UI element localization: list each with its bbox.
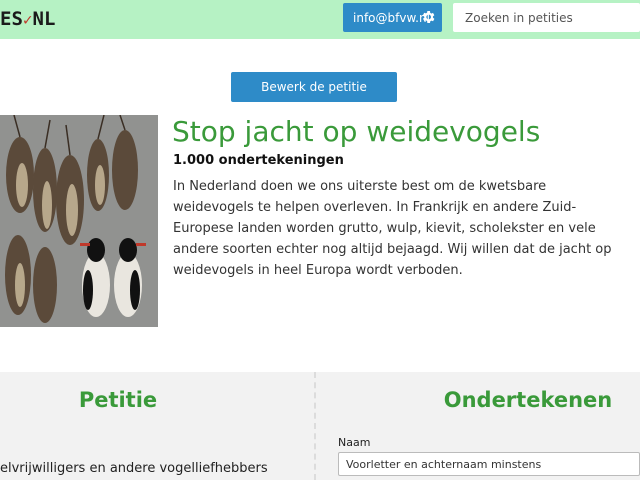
account-email: info@bfvw.nl	[353, 10, 430, 25]
name-input[interactable]	[338, 452, 640, 476]
sign-heading: Ondertekenen	[443, 388, 613, 412]
petition-photo	[0, 115, 158, 327]
signature-count: 1.000 ondertekeningen	[173, 153, 344, 168]
logo-check-icon: ✓	[22, 10, 33, 29]
petitie-heading: Petitie	[78, 388, 158, 412]
gear-icon	[422, 11, 435, 23]
petition-description: In Nederland doen we ons uiterste best o…	[173, 179, 612, 278]
site-logo[interactable]: ES✓NL	[0, 8, 55, 30]
edit-petition-button[interactable]: Bewerk de petitie	[231, 72, 397, 102]
petitie-text: elvrijwilligers en andere vogelliefhebbe…	[0, 461, 268, 476]
section-divider	[314, 372, 316, 480]
search-input[interactable]	[453, 3, 640, 32]
name-label: Naam	[338, 436, 371, 449]
account-button[interactable]: info@bfvw.nl	[343, 3, 442, 32]
petition-title: Stop jacht op weidevogels	[172, 115, 541, 148]
top-bar: ES✓NL info@bfvw.nl	[0, 0, 640, 39]
